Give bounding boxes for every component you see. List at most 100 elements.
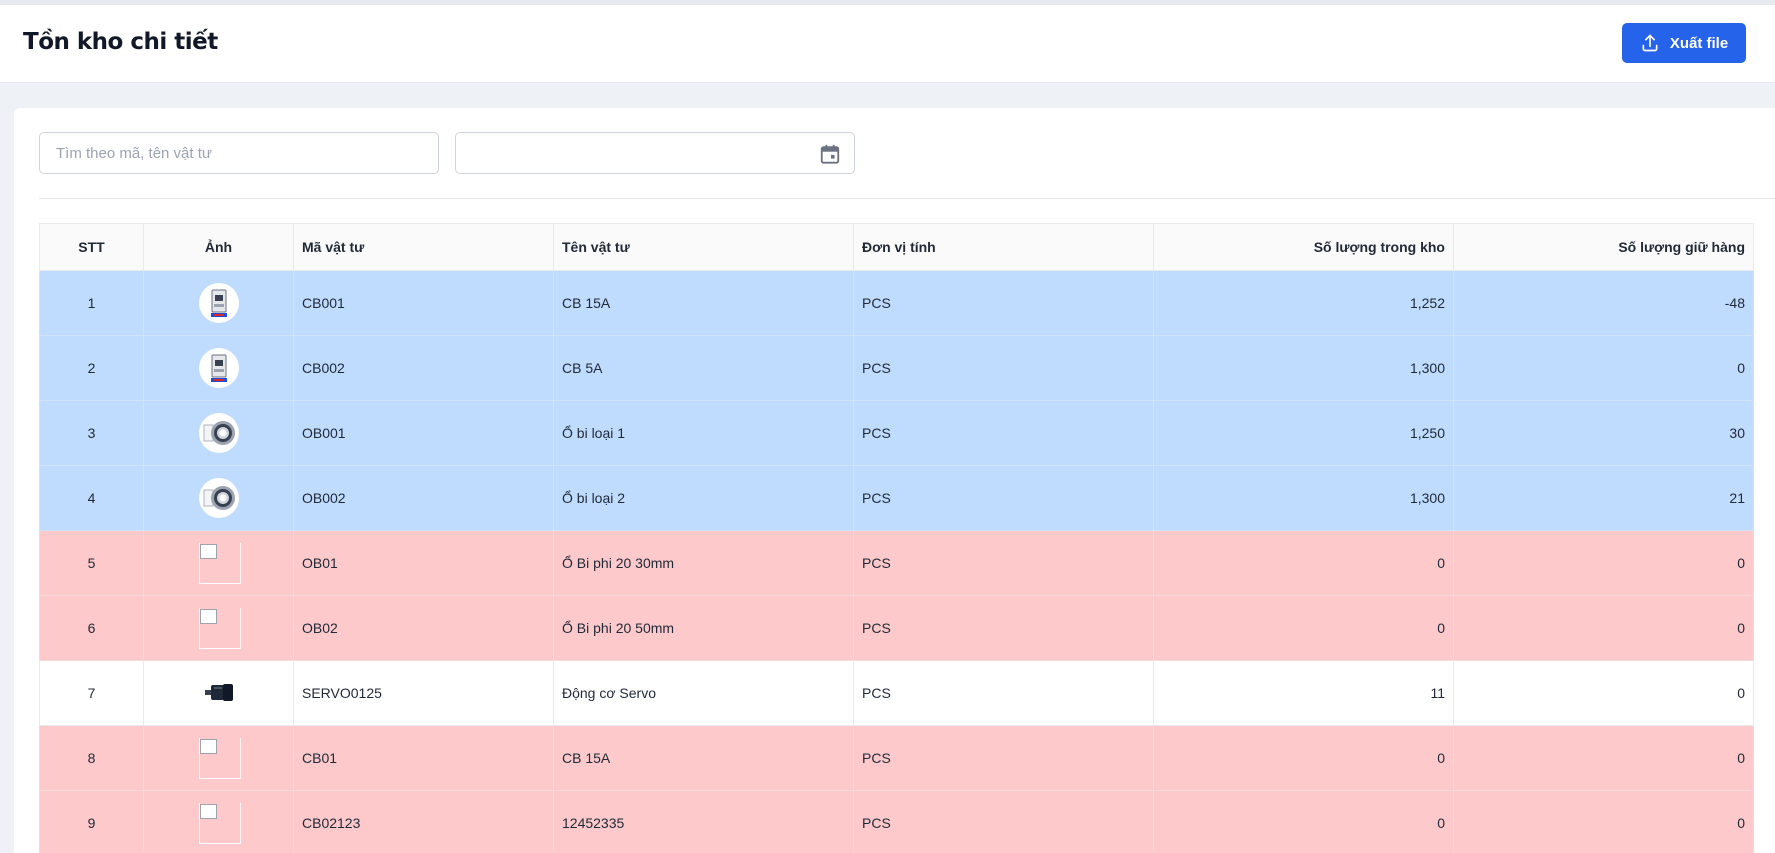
col-image-header[interactable]: Ảnh bbox=[143, 223, 294, 271]
cell-stock: 0 bbox=[1153, 530, 1454, 596]
cell-unit: PCS bbox=[853, 270, 1154, 336]
cell-unit: PCS bbox=[853, 725, 1154, 791]
cell-stt: 8 bbox=[39, 725, 144, 791]
cell-stock: 0 bbox=[1153, 725, 1454, 791]
page-title: Tồn kho chi tiết bbox=[23, 29, 218, 55]
export-file-button[interactable]: Xuất file bbox=[1622, 23, 1746, 63]
col-unit-header[interactable]: Đơn vị tính bbox=[853, 223, 1154, 271]
cell-code: SERVO0125 bbox=[293, 660, 554, 726]
table-row[interactable]: 5 OB01 Ổ Bi phi 20 30mm PCS 0 0 bbox=[39, 530, 1754, 596]
cell-unit: PCS bbox=[853, 660, 1154, 726]
cell-hold: 0 bbox=[1453, 335, 1754, 401]
inventory-table: STT Ảnh Mã vật tư Tên vật tư Đơn vị tính… bbox=[39, 223, 1754, 853]
calendar-icon[interactable] bbox=[819, 143, 841, 165]
page-header: Tồn kho chi tiết Xuất file bbox=[0, 5, 1775, 83]
table-row[interactable]: 6 OB02 Ổ Bi phi 20 50mm PCS 0 0 bbox=[39, 595, 1754, 661]
search-input[interactable] bbox=[39, 132, 439, 174]
cell-stock: 0 bbox=[1153, 595, 1454, 661]
cell-image bbox=[143, 400, 294, 466]
table-row[interactable]: 7 SERVO0125 Động cơ Servo PCS 11 0 bbox=[39, 660, 1754, 726]
cell-hold: 0 bbox=[1453, 530, 1754, 596]
broken-image-icon bbox=[198, 803, 241, 844]
cell-stock: 1,300 bbox=[1153, 465, 1454, 531]
cell-hold: 0 bbox=[1453, 725, 1754, 791]
cell-unit: PCS bbox=[853, 790, 1154, 853]
broken-image-icon bbox=[198, 608, 241, 649]
cell-stock: 1,250 bbox=[1153, 400, 1454, 466]
col-hold-header[interactable]: Số lượng giữ hàng bbox=[1453, 223, 1754, 271]
cell-image bbox=[143, 465, 294, 531]
inventory-card: STT Ảnh Mã vật tư Tên vật tư Đơn vị tính… bbox=[14, 108, 1775, 853]
cell-name: Ổ bi loại 1 bbox=[553, 400, 854, 466]
cell-stt: 5 bbox=[39, 530, 144, 596]
cell-unit: PCS bbox=[853, 530, 1154, 596]
cell-stt: 1 bbox=[39, 270, 144, 336]
cell-stock: 0 bbox=[1153, 790, 1454, 853]
cell-stock: 1,252 bbox=[1153, 270, 1454, 336]
cell-code: OB02 bbox=[293, 595, 554, 661]
servo-motor-image bbox=[198, 673, 239, 713]
col-code-header[interactable]: Mã vật tư bbox=[293, 223, 554, 271]
cell-hold: -48 bbox=[1453, 270, 1754, 336]
ball-bearing-image bbox=[198, 413, 239, 453]
cell-name: CB 15A bbox=[553, 270, 854, 336]
upload-icon bbox=[1642, 34, 1658, 52]
cell-hold: 0 bbox=[1453, 595, 1754, 661]
cell-stt: 4 bbox=[39, 465, 144, 531]
cell-image bbox=[143, 530, 294, 596]
cell-unit: PCS bbox=[853, 400, 1154, 466]
circuit-breaker-image bbox=[198, 283, 239, 323]
cell-image bbox=[143, 660, 294, 726]
export-file-label: Xuất file bbox=[1669, 34, 1729, 52]
date-picker[interactable] bbox=[455, 132, 855, 174]
cell-code: CB002 bbox=[293, 335, 554, 401]
cell-hold: 0 bbox=[1453, 660, 1754, 726]
table-row[interactable]: 2 CB002 CB 5A PCS 1,300 0 bbox=[39, 335, 1754, 401]
cell-stt: 3 bbox=[39, 400, 144, 466]
cell-stock: 11 bbox=[1153, 660, 1454, 726]
cell-stt: 7 bbox=[39, 660, 144, 726]
cell-code: OB002 bbox=[293, 465, 554, 531]
broken-image-icon bbox=[198, 738, 241, 779]
cell-hold: 0 bbox=[1453, 790, 1754, 853]
table-row[interactable]: 4 OB002 Ổ bi loại 2 PCS 1,300 21 bbox=[39, 465, 1754, 531]
broken-image-icon bbox=[198, 543, 241, 584]
cell-code: CB001 bbox=[293, 270, 554, 336]
table-row[interactable]: 3 OB001 Ổ bi loại 1 PCS 1,250 30 bbox=[39, 400, 1754, 466]
cell-name: Động cơ Servo bbox=[553, 660, 854, 726]
cell-stock: 1,300 bbox=[1153, 335, 1454, 401]
cell-name: CB 15A bbox=[553, 725, 854, 791]
cell-name: 12452335 bbox=[553, 790, 854, 853]
cell-unit: PCS bbox=[853, 465, 1154, 531]
col-stt-header[interactable]: STT bbox=[39, 223, 144, 271]
cell-image bbox=[143, 595, 294, 661]
cell-image bbox=[143, 725, 294, 791]
cell-code: OB001 bbox=[293, 400, 554, 466]
circuit-breaker-image bbox=[198, 348, 239, 388]
col-name-header[interactable]: Tên vật tư bbox=[553, 223, 854, 271]
cell-image bbox=[143, 270, 294, 336]
cell-unit: PCS bbox=[853, 335, 1154, 401]
ball-bearing-image bbox=[198, 478, 239, 518]
cell-code: OB01 bbox=[293, 530, 554, 596]
table-header-row: STT Ảnh Mã vật tư Tên vật tư Đơn vị tính… bbox=[39, 223, 1754, 271]
cell-name: CB 5A bbox=[553, 335, 854, 401]
cell-hold: 21 bbox=[1453, 465, 1754, 531]
cell-code: CB01 bbox=[293, 725, 554, 791]
col-stock-header[interactable]: Số lượng trong kho bbox=[1153, 223, 1454, 271]
cell-name: Ổ bi loại 2 bbox=[553, 465, 854, 531]
cell-stt: 6 bbox=[39, 595, 144, 661]
cell-name: Ổ Bi phi 20 30mm bbox=[553, 530, 854, 596]
cell-hold: 30 bbox=[1453, 400, 1754, 466]
filter-divider bbox=[39, 198, 1775, 199]
cell-stt: 2 bbox=[39, 335, 144, 401]
cell-image bbox=[143, 335, 294, 401]
cell-code: CB02123 bbox=[293, 790, 554, 853]
cell-name: Ổ Bi phi 20 50mm bbox=[553, 595, 854, 661]
cell-stt: 9 bbox=[39, 790, 144, 853]
table-row[interactable]: 8 CB01 CB 15A PCS 0 0 bbox=[39, 725, 1754, 791]
table-row[interactable]: 1 CB001 CB 15A PCS 1,252 -48 bbox=[39, 270, 1754, 336]
table-row[interactable]: 9 CB02123 12452335 PCS 0 0 bbox=[39, 790, 1754, 853]
cell-image bbox=[143, 790, 294, 853]
cell-unit: PCS bbox=[853, 595, 1154, 661]
